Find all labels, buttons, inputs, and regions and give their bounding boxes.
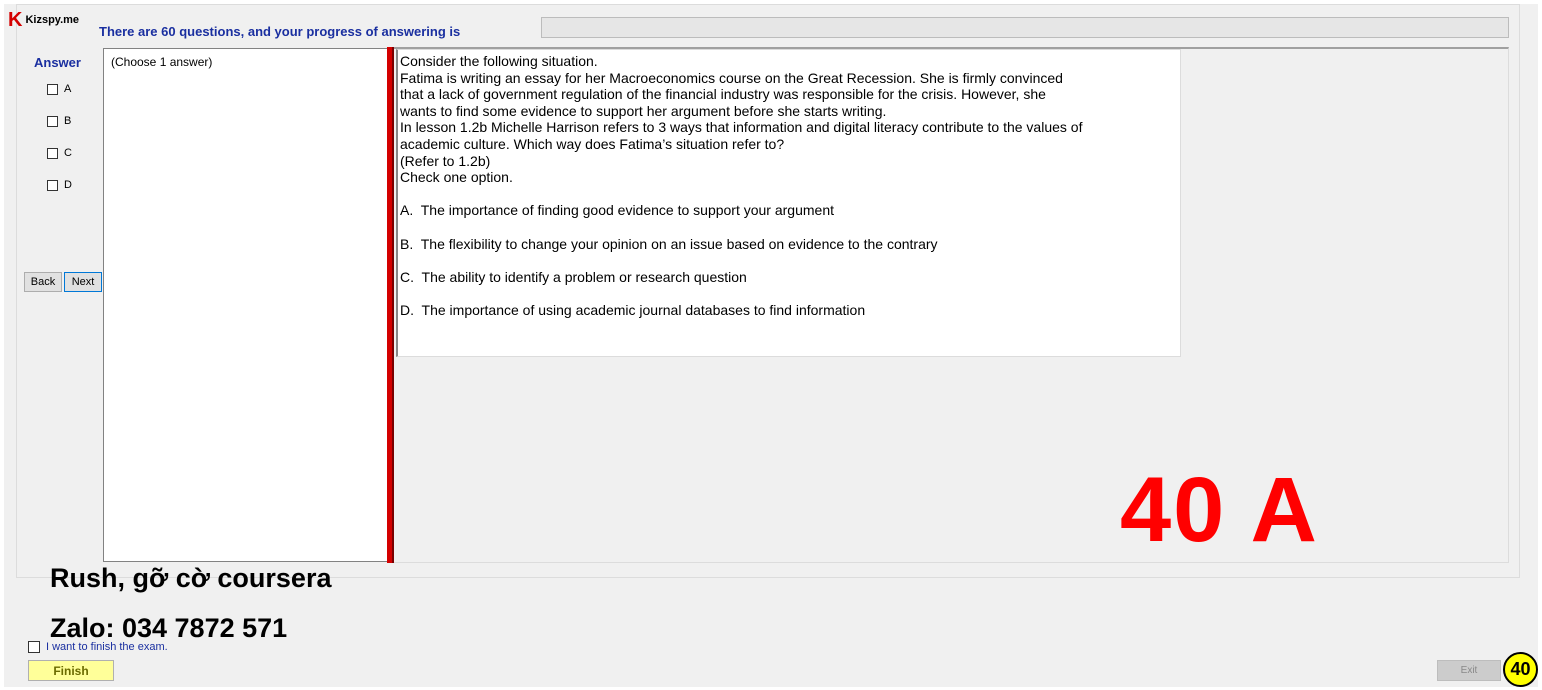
- question-line: In lesson 1.2b Michelle Harrison refers …: [400, 119, 1083, 136]
- logo-mark: K: [8, 8, 23, 31]
- answer-option-b[interactable]: B: [47, 115, 71, 127]
- back-button[interactable]: Back: [24, 272, 62, 292]
- question-line: wants to find some evidence to support h…: [400, 102, 887, 119]
- question-line: Fatima is writing an essay for her Macro…: [400, 69, 1063, 86]
- answer-overlay: 40 A: [1120, 459, 1319, 561]
- checkbox-icon[interactable]: [47, 83, 58, 95]
- answer-heading: Answer: [34, 55, 81, 70]
- answer-option-label: A: [64, 83, 72, 95]
- question-choice-d: D. The importance of using academic jour…: [400, 301, 866, 318]
- finish-exam-checkbox[interactable]: I want to finish the exam.: [28, 641, 168, 653]
- next-button[interactable]: Next: [64, 272, 102, 292]
- kizspy-logo: K Kizspy.me: [8, 8, 79, 32]
- question-line: (Refer to 1.2b): [400, 152, 491, 169]
- checkbox-icon[interactable]: [47, 179, 58, 191]
- logo-text: Kizspy.me: [25, 14, 80, 26]
- checkbox-icon[interactable]: [28, 641, 40, 653]
- finish-exam-label: I want to finish the exam.: [46, 641, 168, 653]
- question-choice-b: B. The flexibility to change your opinio…: [400, 235, 938, 252]
- panel-splitter-edge: [392, 47, 394, 563]
- question-choice-a: A. The importance of finding good eviden…: [400, 202, 835, 219]
- progress-title: There are 60 questions, and your progres…: [99, 24, 461, 39]
- question-text-box: Consider the following situation. Fatima…: [396, 49, 1181, 357]
- answer-option-a[interactable]: A: [47, 83, 71, 95]
- checkbox-icon[interactable]: [47, 115, 58, 127]
- question-line: academic culture. Which way does Fatima’…: [400, 135, 785, 152]
- choose-hint: (Choose 1 answer): [111, 55, 213, 69]
- exit-button[interactable]: Exit: [1437, 660, 1501, 681]
- answer-option-c[interactable]: C: [47, 147, 72, 159]
- finish-button[interactable]: Finish: [28, 660, 114, 681]
- question-choice-c: C. The ability to identify a problem or …: [400, 268, 747, 285]
- question-line: that a lack of government regulation of …: [400, 86, 1046, 103]
- question-line: Check one option.: [400, 169, 513, 186]
- progress-bar: [541, 17, 1509, 38]
- answer-option-label: B: [64, 115, 72, 127]
- question-number-badge: 40: [1503, 652, 1538, 687]
- choose-hint-box: (Choose 1 answer): [103, 48, 388, 562]
- answer-option-d[interactable]: D: [47, 179, 72, 191]
- watermark-line-2: Zalo: 034 7872 571: [50, 613, 288, 643]
- answer-option-label: D: [64, 179, 72, 191]
- watermark-line-1: Rush, gỡ cờ coursera: [50, 563, 332, 593]
- checkbox-icon[interactable]: [47, 147, 58, 159]
- answer-option-label: C: [64, 147, 72, 159]
- question-line: Consider the following situation.: [400, 53, 598, 69]
